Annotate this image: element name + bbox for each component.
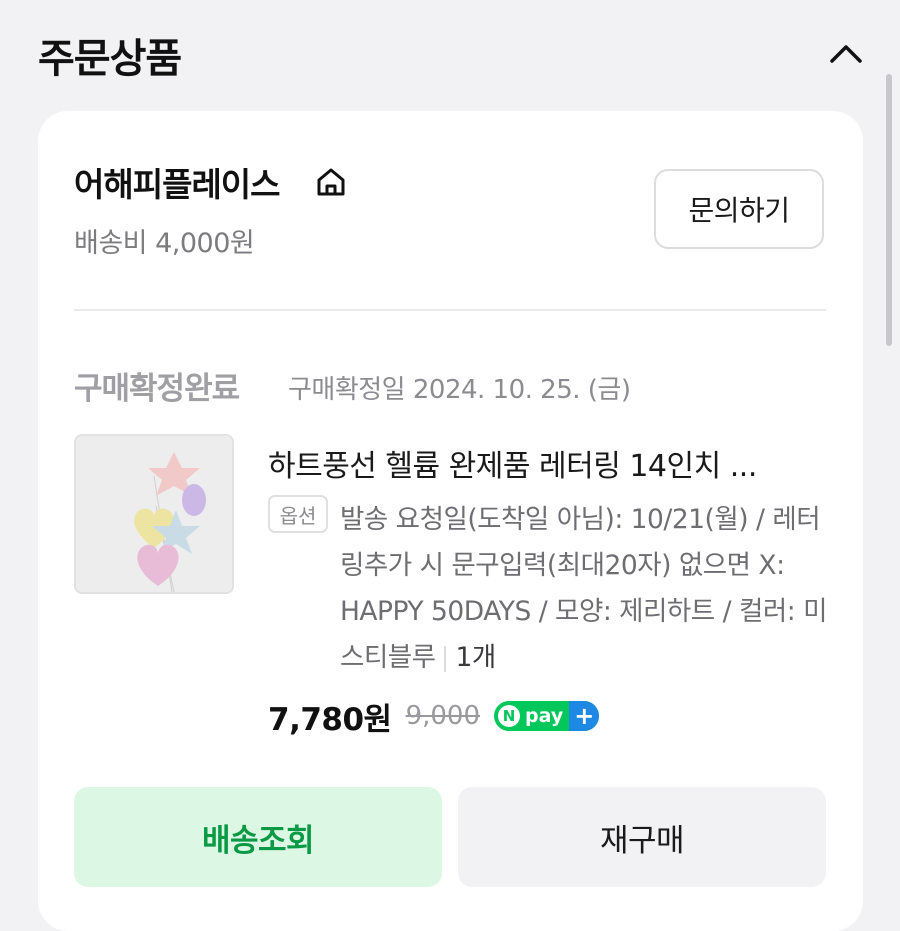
option-badge: 옵션 — [268, 495, 328, 533]
quantity: 1개 — [455, 642, 497, 673]
plus-icon: + — [569, 701, 600, 731]
sale-price: 7,780원 — [268, 701, 392, 738]
shipping-fee: 배송비 4,000원 — [74, 228, 255, 259]
confirm-date: 구매확정일 2024. 10. 25. (금) — [288, 375, 631, 405]
original-price: 9,000 — [405, 701, 481, 731]
chevron-up-icon — [830, 45, 862, 63]
product-name[interactable]: 하트풍선 헬륨 완제품 레터링 14인치 ... — [268, 441, 828, 485]
home-icon[interactable] — [314, 165, 348, 199]
product-thumbnail[interactable] — [74, 434, 234, 594]
order-status: 구매확정완료 — [74, 371, 240, 407]
npay-plus-badge: N pay + — [494, 701, 600, 731]
npay-label: pay — [525, 705, 564, 727]
scrollbar[interactable] — [886, 74, 892, 346]
divider — [74, 309, 826, 311]
section-title: 주문상품 — [38, 36, 182, 82]
balloon-image — [76, 436, 232, 592]
store-name[interactable]: 어해피플레이스 — [74, 158, 281, 206]
option-text: 발송 요청일(도착일 아님): 10/21(월) / 레터링추가 시 문구입력(… — [340, 497, 830, 681]
section-header: 주문상품 — [0, 0, 900, 100]
track-delivery-button[interactable]: 배송조회 — [74, 787, 442, 887]
rebuy-button[interactable]: 재구매 — [458, 787, 826, 887]
price-row: 7,780원 9,000 N pay + — [268, 694, 600, 738]
option-description: 발송 요청일(도착일 아님): 10/21(월) / 레터링추가 시 문구입력(… — [340, 504, 827, 673]
inquiry-button[interactable]: 문의하기 — [654, 169, 824, 249]
collapse-button[interactable] — [822, 30, 870, 78]
quantity-separator — [443, 645, 446, 672]
order-card: 어해피플레이스 배송비 4,000원 문의하기 구매확정완료 구매확정일 202… — [38, 111, 863, 931]
npay-n-icon: N — [498, 705, 521, 727]
